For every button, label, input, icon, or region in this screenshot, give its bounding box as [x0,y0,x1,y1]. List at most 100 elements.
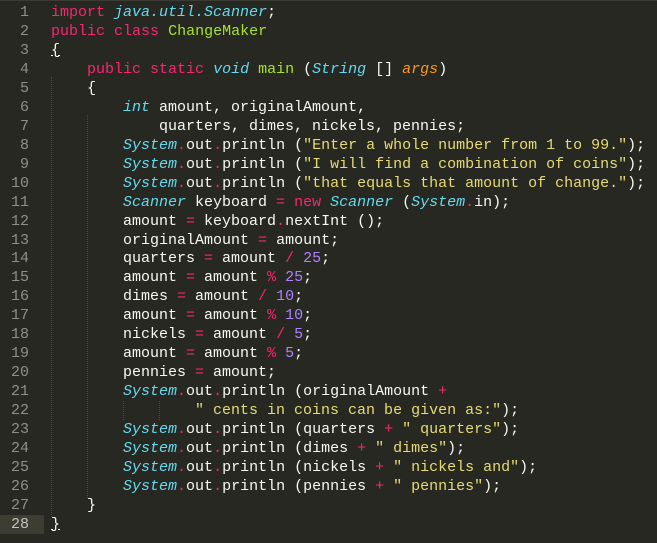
code-text[interactable]: System.out.println (pennies + " pennies"… [51,477,501,496]
code-line[interactable]: 7 quarters, dimes, nickels, pennies; [0,117,657,136]
code-token: ; [294,345,304,363]
code-line[interactable]: 4 public static void main (String [] arg… [0,60,657,79]
code-line[interactable]: 13 originalAmount = amount; [0,231,657,250]
code-text[interactable]: System.out.println (dimes + " dimes"); [51,439,465,458]
code-token: " dimes" [375,440,448,458]
code-text[interactable]: System.out.println ("I will find a combi… [51,155,645,174]
code-text[interactable]: System.out.println (originalAmount + [51,382,447,401]
code-token: % [267,345,277,363]
code-token: . [177,174,187,192]
code-text[interactable]: amount = amount % 10; [51,306,312,325]
code-text[interactable]: amount = keyboard.nextInt (); [51,212,384,231]
code-token: println ( [222,174,304,192]
code-token: 5 [294,326,304,344]
code-line[interactable]: 25 System.out.println (nickels + " nicke… [0,458,657,477]
code-text[interactable]: } [51,515,60,534]
code-line[interactable]: 20 pennies = amount; [0,363,657,382]
line-number: 9 [19,155,29,173]
code-token: println (originalAmount [222,383,439,401]
code-token: " cents in coins can be given as:" [195,402,502,420]
code-token: Scanner [330,193,394,211]
code-text[interactable]: System.out.println ("that equals that am… [51,174,645,193]
code-text[interactable]: public static void main (String [] args) [51,60,447,79]
code-token: ); [627,136,646,154]
code-token: 25 [303,250,322,268]
code-token: % [267,269,277,287]
code-token: . [177,136,187,154]
code-token: println ( [222,136,304,154]
code-text[interactable]: public class ChangeMaker [51,22,267,41]
code-token: ); [501,421,520,439]
code-editor[interactable]: 1 import java.util.Scanner; 2 public class … [0,0,657,543]
code-line[interactable]: 15 amount = amount % 25; [0,268,657,287]
line-number: 10 [10,174,29,192]
code-token: amount [195,345,268,363]
code-text[interactable]: { [51,79,96,98]
code-token: = [186,269,196,287]
code-token: out [186,440,214,458]
code-line[interactable]: 28} [0,514,657,534]
code-line[interactable]: 19 amount = amount % 5; [0,344,657,363]
code-line[interactable]: 14 quarters = amount / 25; [0,249,657,268]
code-text[interactable]: amount = amount % 25; [51,268,312,287]
code-line[interactable]: 23 System.out.println (quarters + " quar… [0,420,657,439]
code-token: amount [51,307,187,325]
code-token: println ( [222,155,304,173]
code-text[interactable]: System.out.println (nickels + " nickels … [51,458,537,477]
code-line[interactable]: 21 System.out.println (originalAmount + [0,382,657,401]
code-token: { [51,79,97,97]
code-token: " quarters" [402,421,502,439]
code-token: . [177,440,187,458]
code-line[interactable]: 26 System.out.println (pennies + " penni… [0,477,657,496]
code-line[interactable]: 24 System.out.println (dimes + " dimes")… [0,439,657,458]
code-token: static [150,60,205,78]
code-text[interactable]: Scanner keyboard = new Scanner (System.i… [51,193,510,212]
code-token: ); [483,478,502,495]
code-text[interactable]: dimes = amount / 10; [51,287,303,306]
code-text[interactable]: originalAmount = amount; [51,231,339,250]
code-line[interactable]: 18 nickels = amount / 5; [0,325,657,344]
code-token: } [51,515,61,533]
code-text[interactable]: quarters = amount / 25; [51,249,330,268]
code-line[interactable]: 1 import java.util.Scanner; [0,3,657,22]
code-line[interactable]: 5 { [0,79,657,98]
code-token: "I will find a combination of coins" [303,155,628,173]
code-text[interactable]: amount = amount % 5; [51,344,303,363]
code-line[interactable]: 27 } [0,496,657,515]
code-line[interactable]: 9 System.out.println ("I will find a com… [0,155,657,174]
code-token: % [267,307,277,325]
code-token: + [375,459,385,477]
code-text[interactable]: int amount, originalAmount, [51,98,366,117]
code-text[interactable]: quarters, dimes, nickels, pennies; [51,117,465,136]
code-token: out [186,459,214,477]
code-text[interactable]: import java.util.Scanner; [51,3,276,22]
line-number: 15 [10,269,29,287]
code-line[interactable]: 17 amount = amount % 10; [0,306,657,325]
code-text[interactable]: System.out.println ("Enter a whole numbe… [51,136,645,155]
code-token: args [402,60,439,78]
line-number: 19 [10,345,29,363]
code-token: = [177,288,187,306]
line-number: 3 [19,41,29,59]
code-text[interactable]: { [51,41,60,60]
code-line[interactable]: 11 Scanner keyboard = new Scanner (Syste… [0,193,657,212]
code-token: ChangeMaker [168,22,268,40]
code-token: ); [519,459,538,477]
code-text[interactable]: } [51,496,96,515]
code-text[interactable]: System.out.println (quarters + " quarter… [51,420,519,439]
code-line[interactable]: 10 System.out.println ("that equals that… [0,174,657,193]
code-line[interactable]: 16 dimes = amount / 10; [0,287,657,306]
line-number: 13 [10,231,29,249]
code-text[interactable]: pennies = amount; [51,363,276,382]
code-token: int [123,98,151,116]
code-line[interactable]: 8 System.out.println ("Enter a whole num… [0,136,657,155]
code-line[interactable]: 22 " cents in coins can be given as:"); [0,401,657,420]
code-line[interactable]: 3{ [0,41,657,60]
code-text[interactable]: " cents in coins can be given as:"); [51,401,519,420]
code-line[interactable]: 2 public class ChangeMaker [0,22,657,41]
code-line[interactable]: 6 int amount, originalAmount, [0,98,657,117]
code-line[interactable]: 12 amount = keyboard.nextInt (); [0,212,657,231]
code-text[interactable]: nickels = amount / 5; [51,325,312,344]
code-token: ( [294,60,313,78]
